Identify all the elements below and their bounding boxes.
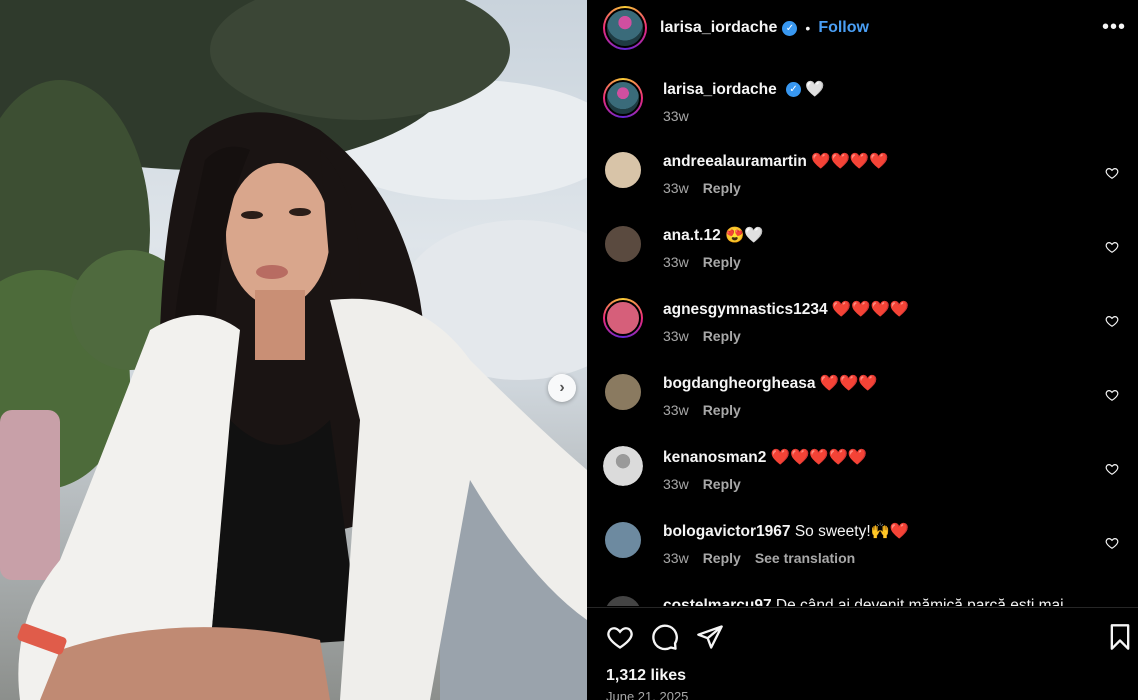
- comment-username[interactable]: bologavictor1967: [663, 523, 791, 540]
- reply-button[interactable]: Reply: [703, 402, 741, 418]
- verified-badge-icon: ✓: [782, 20, 798, 36]
- comment-text: ❤️❤️❤️❤️: [831, 301, 910, 318]
- reply-button[interactable]: Reply: [703, 328, 741, 344]
- avatar[interactable]: [603, 520, 643, 560]
- post-header: larisa_iordache ✓ • Follow •••: [587, 0, 1138, 56]
- post-action-bar: [587, 607, 1138, 663]
- like-icon[interactable]: [1105, 536, 1119, 550]
- caption-time: 33w: [663, 108, 689, 124]
- comment-time: 33w: [663, 402, 689, 418]
- comment-username[interactable]: andreealauramartin: [663, 153, 807, 170]
- likes-count[interactable]: 1,312 likes: [606, 667, 686, 685]
- comment-text: ❤️❤️❤️❤️❤️: [770, 449, 868, 466]
- comment-time: 33w: [663, 476, 689, 492]
- next-photo-button[interactable]: ›: [548, 374, 576, 402]
- like-icon[interactable]: [606, 623, 634, 651]
- avatar[interactable]: [603, 224, 643, 264]
- chevron-right-icon: ›: [559, 379, 565, 396]
- photo-image: [0, 0, 587, 700]
- avatar[interactable]: [603, 446, 643, 486]
- author-username[interactable]: larisa_iordache: [660, 19, 777, 37]
- avatar[interactable]: [603, 372, 643, 412]
- share-icon[interactable]: [696, 623, 724, 651]
- comment-username[interactable]: kenanosman2: [663, 449, 766, 466]
- caption-text: 🤍: [805, 81, 825, 98]
- avatar[interactable]: [603, 298, 643, 338]
- post-date: June 21, 2025: [606, 689, 689, 700]
- follow-button[interactable]: Follow: [818, 19, 869, 37]
- comments-list[interactable]: larisa_iordache ✓ 🤍 33w andreealauramart…: [587, 72, 1138, 606]
- comment-time: 33w: [663, 550, 689, 566]
- verified-badge-icon: ✓: [786, 82, 802, 98]
- author-avatar[interactable]: [603, 6, 647, 50]
- post-photo[interactable]: ›: [0, 0, 587, 700]
- comment-text: 😍🤍: [725, 227, 764, 244]
- comment-time: 33w: [663, 328, 689, 344]
- comment-username[interactable]: bogdangheorgheasa: [663, 375, 815, 392]
- comment-username[interactable]: agnesgymnastics1234: [663, 301, 828, 318]
- see-translation-button[interactable]: See translation: [755, 550, 855, 566]
- like-icon[interactable]: [1105, 388, 1119, 402]
- comment-username[interactable]: ana.t.12: [663, 227, 721, 244]
- like-icon[interactable]: [1105, 240, 1119, 254]
- comment-icon[interactable]: [651, 623, 679, 651]
- comment-text: So sweety!🙌❤️: [794, 523, 910, 540]
- comment-text: ❤️❤️❤️❤️: [811, 153, 889, 170]
- comment-time: 33w: [663, 180, 689, 196]
- comment-text: De când ai devenit mămică parcă ești mai: [775, 597, 1064, 606]
- caption-username[interactable]: larisa_iordache: [663, 81, 777, 98]
- more-options-icon[interactable]: •••: [1102, 16, 1126, 39]
- comment-text: ❤️❤️❤️: [819, 375, 878, 392]
- like-icon[interactable]: [1105, 166, 1119, 180]
- avatar[interactable]: [603, 78, 643, 118]
- post-details-panel: larisa_iordache ✓ • Follow ••• larisa_io…: [587, 0, 1138, 700]
- separator-dot: •: [805, 20, 811, 36]
- reply-button[interactable]: Reply: [703, 550, 741, 566]
- comment-time: 33w: [663, 254, 689, 270]
- comment-username[interactable]: costelmarcu97: [663, 597, 772, 606]
- save-icon[interactable]: [1106, 623, 1134, 651]
- avatar[interactable]: [603, 594, 643, 606]
- reply-button[interactable]: Reply: [703, 180, 741, 196]
- avatar[interactable]: [603, 150, 643, 190]
- like-icon[interactable]: [1105, 462, 1119, 476]
- reply-button[interactable]: Reply: [703, 254, 741, 270]
- like-icon[interactable]: [1105, 314, 1119, 328]
- reply-button[interactable]: Reply: [703, 476, 741, 492]
